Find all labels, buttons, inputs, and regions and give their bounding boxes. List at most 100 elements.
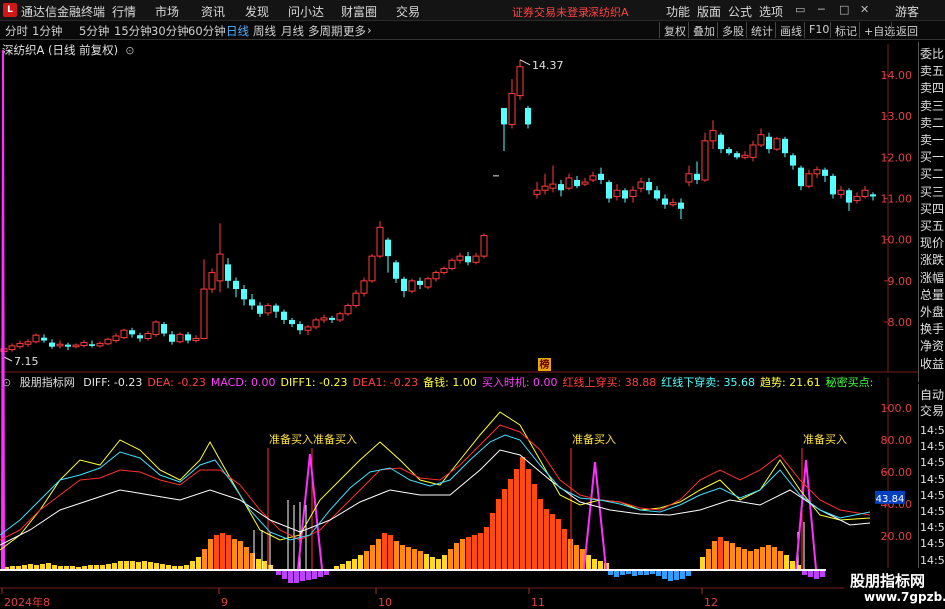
candle-body-down [798, 167, 804, 187]
menu-item-shichang[interactable]: 市场 [155, 3, 179, 20]
candle-body-up [613, 189, 621, 197]
guest-label[interactable]: 游客 [895, 3, 919, 20]
bar-negative [614, 571, 619, 577]
candle-body-up [853, 195, 861, 202]
time-row: 14:5 [920, 424, 945, 437]
bar-positive [220, 533, 225, 569]
bar-negative [808, 571, 813, 577]
bar-negative [318, 571, 323, 577]
candle-body-down [870, 194, 876, 197]
price-y-label: 9.00 [888, 275, 913, 288]
price-y-label: 12.00 [881, 151, 913, 164]
fuquan-button[interactable]: 复权 [659, 22, 690, 38]
f10-button[interactable]: F10 [804, 22, 833, 38]
bar-negative [294, 571, 299, 583]
bar-positive [472, 535, 477, 569]
indicator-value: DEA: -0.23 [147, 376, 206, 389]
close-icon[interactable]: ✕ [860, 3, 869, 16]
back-button[interactable]: 返回 [891, 22, 922, 38]
period-tab-60min[interactable]: 60分钟 [188, 23, 226, 39]
candle-body-up [773, 138, 781, 150]
period-tab-monthly[interactable]: 月线 [281, 23, 304, 39]
candle-body-down [49, 342, 55, 347]
price-y-label: 11.00 [881, 193, 913, 206]
diejia-button[interactable]: 叠加 [688, 22, 719, 38]
period-tab-30min[interactable]: 30分钟 [151, 23, 189, 39]
bar-negative [620, 571, 625, 575]
bar-positive [418, 551, 423, 569]
price-y-label: 10.00 [881, 234, 913, 247]
bar-negative [300, 571, 305, 581]
menu-item-faxian[interactable]: 发现 [245, 3, 269, 20]
quote-row-label: 换手 [920, 322, 945, 337]
minimize-icon[interactable]: ─ [818, 3, 825, 16]
period-tab-1min[interactable]: 1分钟 [32, 23, 62, 39]
menu-item-gongneng[interactable]: 功能 [666, 3, 690, 20]
maximize-icon[interactable]: □ [839, 3, 849, 16]
indicator-y-label: 60.00 [881, 466, 913, 479]
bar-positive [226, 535, 231, 569]
menu-item-xuanxiang[interactable]: 选项 [759, 3, 783, 20]
candle-body-down [766, 136, 772, 150]
biaoji-button[interactable]: 标记 [830, 22, 861, 38]
huaxian-button[interactable]: 画线 [775, 22, 806, 38]
time-row: 14:5 [920, 472, 945, 486]
bar-positive [742, 549, 747, 569]
duogu-button[interactable]: 多股 [717, 22, 748, 38]
price-grid [0, 44, 918, 373]
bar-positive [118, 561, 123, 569]
time-row: 14:5 [920, 505, 945, 518]
bar-positive [406, 547, 411, 569]
bar-positive [160, 564, 165, 569]
period-toolbar: 分时 1分钟 5分钟 15分钟 30分钟 60分钟 日线 周线 月线 多周期 更… [0, 21, 945, 40]
bar-positive [442, 555, 447, 569]
period-tab-5min[interactable]: 5分钟 [79, 23, 109, 39]
candle-body-down [694, 173, 700, 180]
menu-item-zixun[interactable]: 资讯 [201, 3, 225, 20]
bar-negative [324, 571, 329, 575]
period-tab-multi[interactable]: 多周期 [308, 23, 343, 39]
indicator-values: DIFF: -0.23 DEA: -0.23 MACD: 0.00 DIFF1: -0… [83, 376, 874, 389]
bar-negative [650, 571, 655, 574]
menu-item-caifuquan[interactable]: 财富圈 [341, 3, 377, 20]
window-menu-icon[interactable]: ▭ [795, 3, 805, 16]
menu-item-gongshi[interactable]: 公式 [728, 3, 752, 20]
bar-negative [288, 571, 293, 583]
candle-body-down [249, 299, 255, 306]
bar-positive [790, 561, 795, 569]
tongji-button[interactable]: 统计 [746, 22, 777, 38]
period-tab-15min[interactable]: 15分钟 [114, 23, 152, 39]
bar-negative [668, 571, 673, 581]
bar-negative [644, 571, 649, 575]
candle-body-down [169, 334, 175, 342]
trade-label[interactable]: 交易 [920, 402, 944, 419]
bar-positive [784, 555, 789, 569]
indicator-settings-icon[interactable]: ⊙ [2, 376, 11, 389]
auto-label[interactable]: 自动 [920, 386, 944, 403]
bar-positive [142, 561, 147, 569]
menu-item-banmian[interactable]: 版面 [697, 3, 721, 20]
bar-positive [778, 551, 783, 569]
candle-body-up [749, 144, 757, 158]
indicator-value: 趋势: 21.61 [759, 376, 821, 389]
period-tab-weekly[interactable]: 周线 [253, 23, 276, 39]
menu-item-wenxiaoda[interactable]: 问小达 [288, 3, 324, 20]
more-chevron-icon[interactable]: › [367, 23, 372, 37]
indicator-value: DIFF1: -0.23 [280, 376, 348, 389]
period-tab-more[interactable]: 更多 [343, 23, 366, 39]
candle-body-up [344, 305, 352, 315]
current-value-label: 43.84 [876, 494, 905, 505]
period-tab-fenshi[interactable]: 分时 [5, 23, 28, 39]
bar-positive [754, 549, 759, 569]
menu-item-hangqing[interactable]: 行情 [112, 3, 136, 20]
login-status[interactable]: 证券交易未登录 [512, 4, 589, 20]
indicator-header[interactable]: ⊙ 股朋指标网 DIFF: -0.23 DEA: -0.23 MACD: 0.00 D… [2, 374, 874, 389]
candle-body-up [685, 173, 693, 183]
period-tab-daily[interactable]: 日线 [226, 23, 249, 39]
x-axis-label: 10 [378, 596, 392, 609]
quote-row-label: 涨跌 [920, 253, 945, 268]
bar-positive [502, 489, 507, 569]
menu-item-jiaoyi[interactable]: 交易 [396, 3, 420, 20]
candle-body-down [225, 264, 231, 281]
high-label: 14.37 [532, 59, 564, 72]
